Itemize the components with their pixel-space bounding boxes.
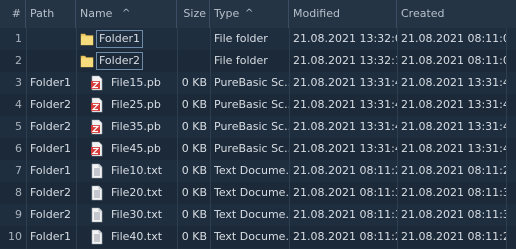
row-created: 21.08.2021 13:31:43 [401, 120, 506, 133]
row-index: 1 [15, 32, 22, 45]
row-name[interactable]: Folder1 [99, 28, 165, 50]
row-type: Text Docume... [214, 230, 289, 243]
row-path: Folder2 [30, 120, 71, 133]
table-row[interactable]: 10 Folder1 File40.txt 0 KB Text Docume... 21.… [0, 226, 516, 248]
row-modified: 21.08.2021 08:11:30 [293, 208, 397, 221]
folder-icon [80, 53, 94, 69]
row-size [177, 28, 207, 50]
row-index: 2 [15, 54, 22, 67]
row-type: PureBasic Sc... [214, 142, 289, 155]
table-row[interactable]: 8 Folder2 File20.txt 0 KB Text Docume... 21.0… [0, 182, 516, 204]
row-modified: 21.08.2021 13:31:43 [293, 142, 397, 155]
row-size: 0 KB [181, 208, 207, 221]
row-path: Folder1 [30, 230, 71, 243]
row-modified: 21.08.2021 13:31:43 [293, 120, 397, 133]
row-created: 21.08.2021 08:11:30 [401, 186, 506, 199]
row-index: 3 [15, 76, 22, 89]
table-row[interactable]: 2 Folder2 File folder 21.08.2021 13:32:16 21… [0, 50, 516, 72]
file-list[interactable]: # Path Name ^ Size Type ^ Modified Creat… [0, 0, 516, 249]
row-created: 21.08.2021 13:31:43 [401, 142, 506, 155]
folder-icon [80, 31, 94, 47]
row-name[interactable]: File30.txt [111, 204, 177, 226]
purebasic-file-icon [90, 141, 104, 157]
row-name[interactable]: File10.txt [111, 160, 177, 182]
column-size[interactable]: Size [177, 0, 210, 28]
row-name[interactable]: File15.pb [111, 72, 177, 94]
row-type: Text Docume... [214, 208, 289, 221]
row-path: Folder1 [30, 76, 71, 89]
row-created: 21.08.2021 13:31:43 [401, 98, 506, 111]
row-index: 7 [15, 164, 22, 177]
row-type: PureBasic Sc... [214, 76, 289, 89]
purebasic-file-icon [90, 119, 104, 135]
table-row[interactable]: 3 Folder1 File15.pb 0 KB PureBasic Sc... 21.0… [0, 72, 516, 94]
row-size: 0 KB [181, 230, 207, 243]
row-path: Folder1 [30, 142, 71, 155]
row-created: 21.08.2021 08:11:03 [401, 32, 506, 45]
row-type: File folder [214, 54, 268, 67]
table-row[interactable]: 4 Folder2 File25.pb 0 KB PureBasic Sc... 21.0… [0, 94, 516, 116]
row-name[interactable]: File25.pb [111, 94, 177, 116]
sort-ascending-icon: ^ [245, 8, 254, 19]
row-path: Folder2 [30, 208, 71, 221]
row-modified: 21.08.2021 13:31:43 [293, 76, 397, 89]
purebasic-file-icon [90, 97, 104, 113]
row-type: Text Docume... [214, 186, 289, 199]
text-file-icon [90, 185, 104, 201]
sort-ascending-icon: ^ [122, 8, 131, 19]
row-created: 21.08.2021 08:11:30 [401, 208, 506, 221]
row-size: 0 KB [181, 98, 207, 111]
row-name[interactable]: File40.txt [111, 226, 177, 248]
table-row[interactable]: 6 Folder1 File45.pb 0 KB PureBasic Sc... 21.0… [0, 138, 516, 160]
column-path[interactable]: Path [26, 0, 76, 28]
row-type: PureBasic Sc... [214, 98, 289, 111]
table-row[interactable]: 9 Folder2 File30.txt 0 KB Text Docume... 21.0… [0, 204, 516, 226]
row-modified: 21.08.2021 13:32:16 [293, 54, 397, 67]
row-name[interactable]: File20.txt [111, 182, 177, 204]
row-size: 0 KB [181, 142, 207, 155]
row-index: 5 [15, 120, 22, 133]
row-name[interactable]: File35.pb [111, 116, 177, 138]
column-modified[interactable]: Modified [289, 0, 397, 28]
row-path: Folder2 [30, 98, 71, 111]
row-index: 4 [15, 98, 22, 111]
row-modified: 21.08.2021 08:11:20 [293, 164, 397, 177]
row-type: File folder [214, 32, 268, 45]
table-row[interactable]: 5 Folder2 File35.pb 0 KB PureBasic Sc... 21.0… [0, 116, 516, 138]
row-modified: 21.08.2021 08:11:30 [293, 186, 397, 199]
purebasic-file-icon [90, 75, 104, 91]
table-row[interactable]: 1 Folder1 File folder 21.08.2021 13:32:02 21… [0, 28, 516, 50]
row-created: 21.08.2021 08:11:20 [401, 230, 506, 243]
row-created: 21.08.2021 08:11:06 [401, 54, 506, 67]
row-size: 0 KB [181, 76, 207, 89]
row-index: 8 [15, 186, 22, 199]
row-size: 0 KB [181, 186, 207, 199]
column-header: # Path Name ^ Size Type ^ Modified Creat… [0, 0, 516, 29]
row-modified: 21.08.2021 08:11:20 [293, 230, 397, 243]
row-modified: 21.08.2021 13:31:43 [293, 98, 397, 111]
text-file-icon [90, 163, 104, 179]
row-created: 21.08.2021 08:11:20 [401, 164, 506, 177]
row-index: 6 [15, 142, 22, 155]
table-row[interactable]: 7 Folder1 File10.txt 0 KB Text Docume... 21.0… [0, 160, 516, 182]
row-modified: 21.08.2021 13:32:02 [293, 32, 397, 45]
row-path: Folder1 [30, 164, 71, 177]
row-name[interactable]: Folder2 [99, 50, 165, 72]
row-size [177, 50, 207, 72]
row-name[interactable]: File45.pb [111, 138, 177, 160]
row-path [30, 50, 76, 72]
row-index: 10 [8, 230, 22, 243]
row-path: Folder2 [30, 186, 71, 199]
column-created[interactable]: Created [397, 0, 506, 28]
text-file-icon [90, 207, 104, 223]
row-created: 21.08.2021 13:31:43 [401, 76, 506, 89]
row-type: PureBasic Sc... [214, 120, 289, 133]
column-index[interactable]: # [0, 0, 26, 28]
row-type: Text Docume... [214, 164, 289, 177]
row-size: 0 KB [181, 164, 207, 177]
row-index: 9 [15, 208, 22, 221]
row-path [30, 28, 76, 50]
text-file-icon [90, 229, 104, 245]
row-size: 0 KB [181, 120, 207, 133]
